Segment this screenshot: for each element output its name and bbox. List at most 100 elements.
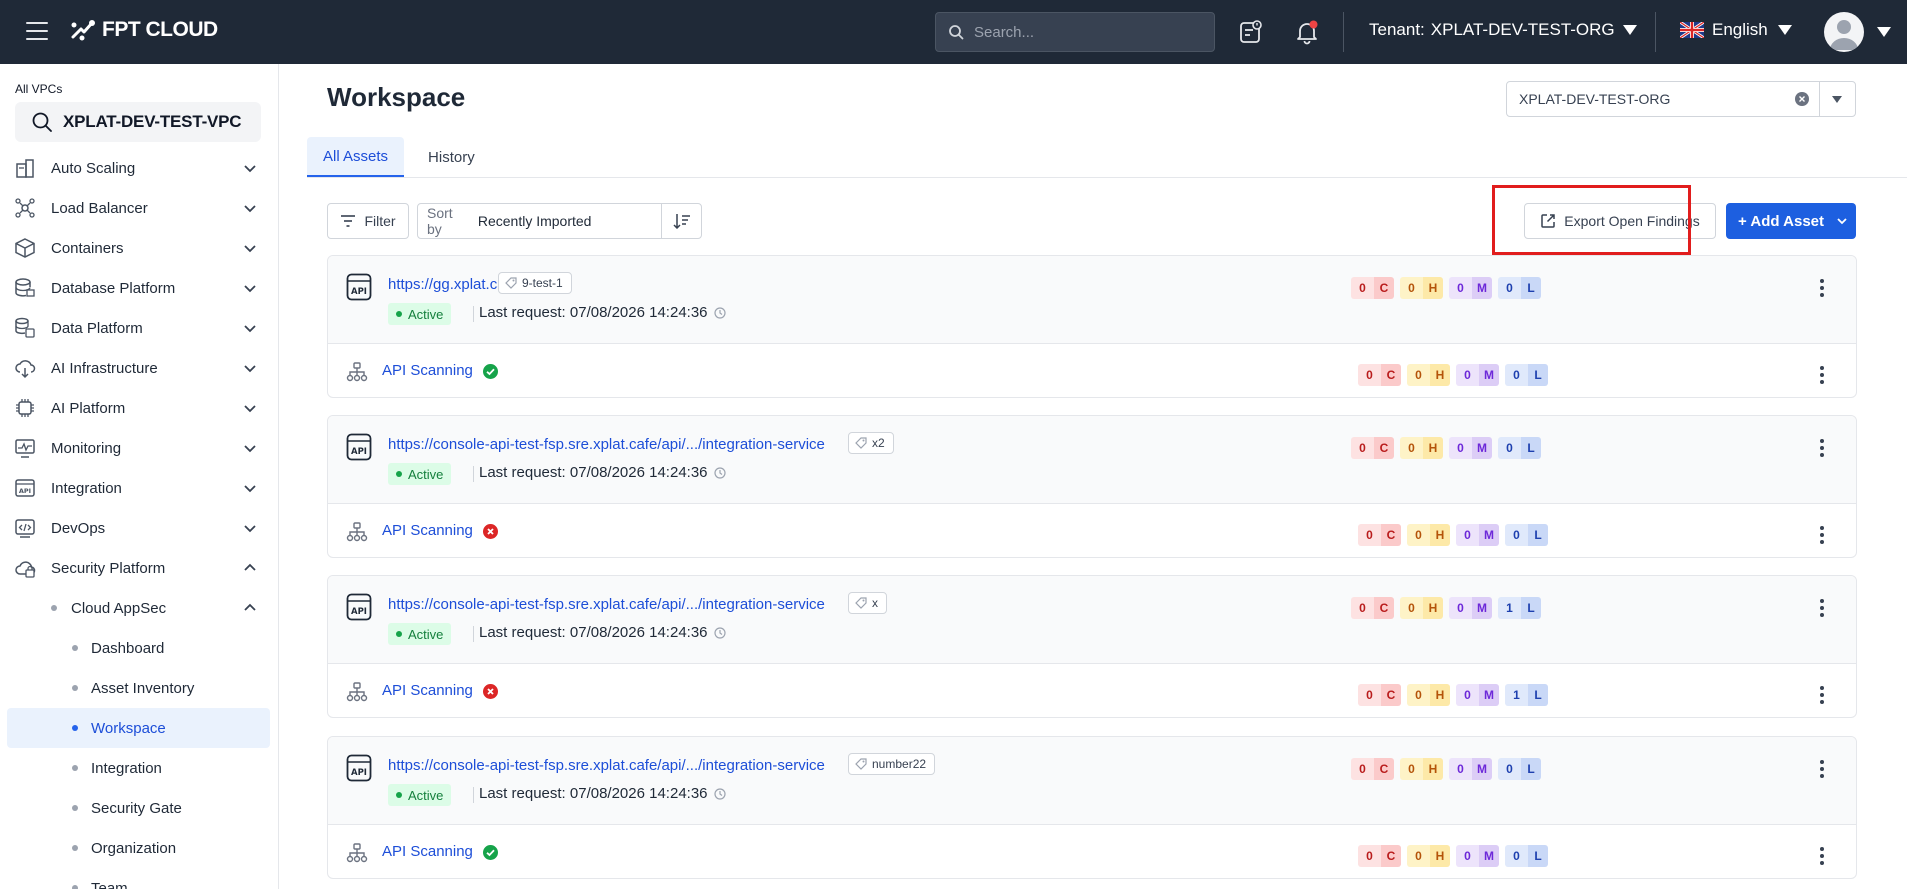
severity-l-badge[interactable]: 0L (1498, 277, 1541, 299)
severity-c-badge[interactable]: 0C (1358, 364, 1401, 386)
tenant-selector[interactable]: Tenant: XPLAT-DEV-TEST-ORG (1369, 20, 1637, 40)
language-selector[interactable]: English (1680, 20, 1792, 40)
sidebar-item-team[interactable]: Team (0, 868, 278, 889)
search-input[interactable] (974, 23, 1194, 41)
asset-tag[interactable]: number22 (848, 753, 936, 775)
severity-h-badge[interactable]: 0H (1400, 758, 1443, 780)
clear-icon[interactable] (1795, 92, 1809, 106)
sidebar-item-load-balancer[interactable]: Load Balancer (0, 188, 278, 228)
asset-more-options-icon[interactable] (1813, 437, 1831, 459)
severity-letter: C (1374, 597, 1394, 619)
sidebar-item-ai-platform[interactable]: AI Platform (0, 388, 278, 428)
hamburger-menu-icon[interactable] (26, 22, 48, 40)
severity-l-badge[interactable]: 0L (1505, 364, 1548, 386)
severity-m-badge[interactable]: 0M (1456, 845, 1499, 867)
asset-more-options-icon[interactable] (1813, 277, 1831, 299)
severity-c-badge[interactable]: 0C (1351, 758, 1394, 780)
asset-url-link[interactable]: https://console-api-test-fsp.sre.xplat.c… (388, 596, 825, 613)
severity-m-badge[interactable]: 0M (1449, 597, 1492, 619)
severity-letter: M (1472, 277, 1492, 299)
dropdown-toggle[interactable] (1820, 95, 1855, 103)
severity-c-badge[interactable]: 0C (1358, 845, 1401, 867)
severity-c-badge[interactable]: 0C (1358, 524, 1401, 546)
asset-more-options-icon[interactable] (1813, 758, 1831, 780)
severity-l-badge[interactable]: 0L (1505, 845, 1548, 867)
sidebar-item-devops[interactable]: DevOps (0, 508, 278, 548)
vpc-selector[interactable]: XPLAT-DEV-TEST-VPC (15, 102, 261, 142)
asset-tag[interactable]: x2 (848, 432, 894, 454)
severity-letter: M (1479, 524, 1499, 546)
sidebar-item-security-gate[interactable]: Security Gate (0, 788, 278, 828)
severity-c-badge[interactable]: 0C (1351, 597, 1394, 619)
fpt-cloud-logo[interactable]: FPT CLOUD (70, 18, 218, 42)
severity-h-badge[interactable]: 0H (1407, 364, 1450, 386)
sort-direction-button[interactable] (662, 213, 701, 229)
tab-all-assets[interactable]: All Assets (307, 137, 405, 177)
chevron-down-icon (244, 245, 256, 253)
severity-m-badge[interactable]: 0M (1449, 277, 1492, 299)
sidebar-item-database-platform[interactable]: Database Platform (0, 268, 278, 308)
sidebar-item-integration[interactable]: API Integration (0, 468, 278, 508)
scan-more-options-icon[interactable] (1813, 684, 1831, 706)
severity-c-badge[interactable]: 0C (1351, 277, 1394, 299)
filter-button[interactable]: Filter (327, 203, 409, 239)
scan-more-options-icon[interactable] (1813, 524, 1831, 546)
severity-h-badge[interactable]: 0H (1407, 845, 1450, 867)
sidebar-item-data-platform[interactable]: Data Platform (0, 308, 278, 348)
sidebar-item-ai-infrastructure[interactable]: AI Infrastructure (0, 348, 278, 388)
severity-h-badge[interactable]: 0H (1400, 277, 1443, 299)
user-avatar[interactable] (1824, 12, 1864, 52)
task-list-icon[interactable] (1238, 19, 1264, 45)
sidebar-item-containers[interactable]: Containers (0, 228, 278, 268)
severity-m-badge[interactable]: 0M (1456, 364, 1499, 386)
external-link-icon (1541, 214, 1556, 228)
severity-l-badge[interactable]: 1L (1498, 597, 1541, 619)
sidebar-item-monitoring[interactable]: Monitoring (0, 428, 278, 468)
severity-h-badge[interactable]: 0H (1407, 684, 1450, 706)
user-menu-caret-icon[interactable] (1877, 27, 1891, 37)
severity-m-badge[interactable]: 0M (1449, 437, 1492, 459)
severity-h-badge[interactable]: 0H (1407, 524, 1450, 546)
api-scanning-link[interactable]: API Scanning (382, 843, 473, 860)
organization-select[interactable]: XPLAT-DEV-TEST-ORG (1506, 81, 1856, 117)
severity-l-badge[interactable]: 1L (1505, 684, 1548, 706)
sidebar-item-asset-inventory[interactable]: Asset Inventory (0, 668, 278, 708)
sidebar-item-organization[interactable]: Organization (0, 828, 278, 868)
api-scanning-link[interactable]: API Scanning (382, 682, 473, 699)
severity-l-badge[interactable]: 0L (1498, 758, 1541, 780)
severity-h-badge[interactable]: 0H (1400, 597, 1443, 619)
severity-c-badge[interactable]: 0C (1351, 437, 1394, 459)
asset-tag[interactable]: x (848, 592, 887, 614)
sidebar-item-auto-scaling[interactable]: Auto Scaling (0, 148, 278, 188)
global-search[interactable] (935, 12, 1215, 52)
severity-c-badge[interactable]: 0C (1358, 684, 1401, 706)
export-open-findings-button[interactable]: Export Open Findings (1524, 203, 1716, 239)
notification-bell-icon[interactable] (1294, 19, 1320, 45)
asset-url-link[interactable]: https://console-api-test-fsp.sre.xplat.c… (388, 757, 825, 774)
add-asset-button[interactable]: + Add Asset (1726, 203, 1856, 239)
sidebar-item-workspace[interactable]: Workspace (7, 708, 270, 748)
severity-m-badge[interactable]: 0M (1456, 524, 1499, 546)
sidebar-item-integration-sub[interactable]: Integration (0, 748, 278, 788)
scan-more-options-icon[interactable] (1813, 364, 1831, 386)
sidebar-item-cloud-appsec[interactable]: Cloud AppSec (0, 588, 278, 628)
sidebar-item-security-platform[interactable]: Security Platform (0, 548, 278, 588)
severity-letter: M (1472, 437, 1492, 459)
sort-select[interactable]: Recently Imported (478, 213, 662, 229)
severity-m-badge[interactable]: 0M (1449, 758, 1492, 780)
api-scanning-link[interactable]: API Scanning (382, 522, 473, 539)
sidebar-item-dashboard[interactable]: Dashboard (0, 628, 278, 668)
asset-card-header: API https://console-api-test-fsp.sre.xpla… (328, 737, 1856, 825)
severity-m-badge[interactable]: 0M (1456, 684, 1499, 706)
scan-more-options-icon[interactable] (1813, 845, 1831, 867)
tab-history[interactable]: History (412, 137, 491, 177)
asset-tag[interactable]: 9-test-1 (498, 272, 572, 294)
meta-divider (473, 306, 474, 322)
asset-url-link[interactable]: https://console-api-test-fsp.sre.xplat.c… (388, 436, 825, 453)
severity-l-badge[interactable]: 0L (1505, 524, 1548, 546)
vpc-label: All VPCs (15, 82, 63, 96)
severity-h-badge[interactable]: 0H (1400, 437, 1443, 459)
asset-more-options-icon[interactable] (1813, 597, 1831, 619)
api-scanning-link[interactable]: API Scanning (382, 362, 473, 379)
severity-l-badge[interactable]: 0L (1498, 437, 1541, 459)
